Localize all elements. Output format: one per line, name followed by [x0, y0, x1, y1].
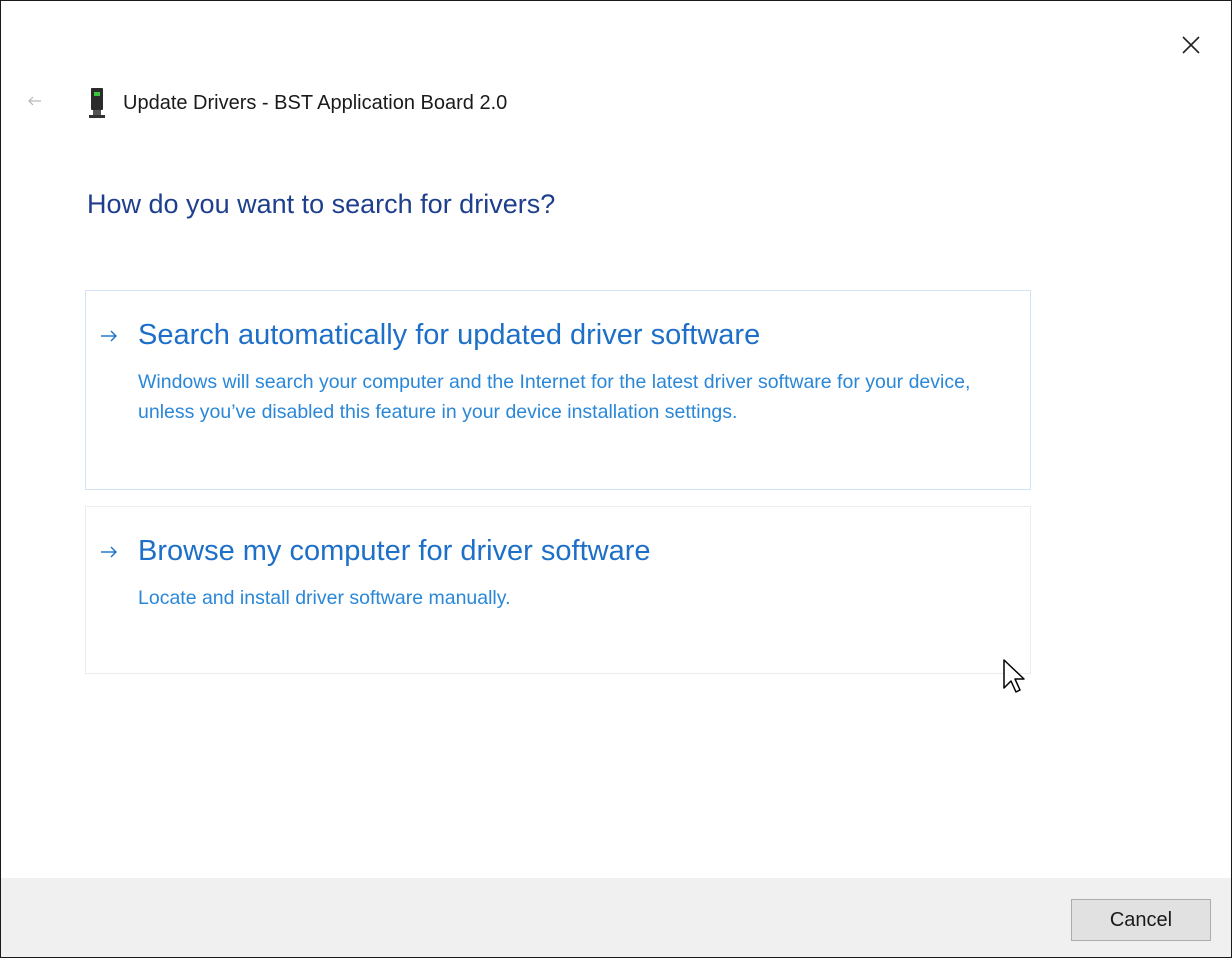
update-drivers-dialog: Update Drivers - BST Application Board 2…	[0, 0, 1232, 958]
arrow-right-icon	[101, 330, 117, 341]
usb-device-icon	[89, 88, 105, 118]
option-header: Search automatically for updated driver …	[100, 319, 760, 352]
option-title: Browse my computer for driver software	[138, 535, 651, 567]
window-title: Update Drivers - BST Application Board 2…	[123, 91, 508, 114]
cancel-button[interactable]: Cancel	[1071, 899, 1211, 941]
mouse-pointer-icon	[1003, 659, 1025, 693]
close-button[interactable]	[1171, 25, 1211, 65]
back-button[interactable]	[23, 89, 47, 113]
title-bar: Update Drivers - BST Application Board 2…	[89, 87, 507, 119]
option-title: Search automatically for updated driver …	[138, 319, 761, 351]
browse-computer-option[interactable]: Browse my computer for driver software L…	[85, 506, 1031, 674]
option-description: Locate and install driver software manua…	[138, 587, 511, 609]
option-description: Windows will search your computer and th…	[138, 371, 971, 423]
close-icon	[1182, 36, 1200, 54]
arrow-right-icon	[101, 546, 117, 557]
back-arrow-icon	[28, 96, 41, 106]
dialog-footer: Cancel	[1, 878, 1231, 957]
search-automatically-option[interactable]: Search automatically for updated driver …	[85, 290, 1031, 490]
option-header: Browse my computer for driver software	[100, 535, 650, 568]
page-heading: How do you want to search for drivers?	[87, 189, 556, 219]
